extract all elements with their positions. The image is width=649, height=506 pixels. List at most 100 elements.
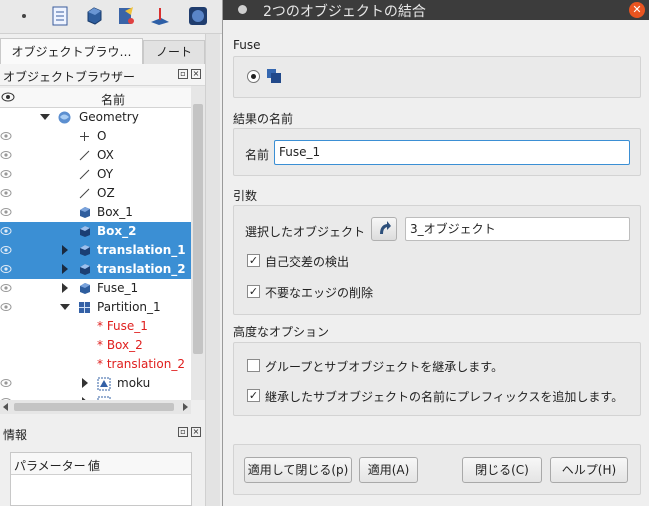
apply-button[interactable]: 適用(A) [359,457,418,483]
tree-item-label: Box_1 [97,205,133,219]
float-icon[interactable]: ▫ [178,69,188,79]
fuse-dialog: 2つのオブジェクトの結合 ✕ Fuse 結果の名前 名前 Fuse_1 引数 選… [222,0,649,506]
float-icon[interactable]: ▫ [178,427,188,437]
add-prefix-label: 継承したサブオブジェクトの名前にプレフィックスを追加します。 [265,390,624,404]
result-name-section-title: 結果の名前 [233,112,294,126]
eye-icon[interactable] [0,188,12,198]
tree-item-geometry[interactable]: Geometry [0,108,191,127]
fuse-icon [267,69,281,83]
browser-tabs: オブジェクトブラウ… ノート [0,38,222,64]
point-icon [80,132,89,141]
select-arrow-icon [380,221,391,234]
point-tool-icon[interactable] [12,4,36,28]
tree-item-label: moku [117,376,151,390]
expand-arrow-icon[interactable] [40,112,50,122]
tree-item-translation-1[interactable]: translation_1 [0,241,191,260]
arguments-group: 選択したオブジェクト 3_オブジェクト ✓ 自己交差の検出 ✓ 不要なエッジの削… [233,205,641,315]
param-column-header: パラメーター [14,459,86,473]
notes-tool-icon[interactable] [48,4,72,28]
tree-item-label: OX [97,148,114,162]
tab-object-browser[interactable]: オブジェクトブラウ… [0,38,143,64]
info-title: 情報 [3,428,28,442]
name-input[interactable]: Fuse_1 [274,140,630,165]
eye-icon[interactable] [0,378,12,388]
expand-arrow-icon[interactable] [60,264,70,274]
transform-tool-icon[interactable] [114,4,138,28]
scrollbar-thumb[interactable] [14,403,174,411]
tree-item-label: Partition_1 [97,300,161,314]
self-intersection-label: 自己交差の検出 [265,255,350,269]
close-button[interactable]: 閉じる(C) [462,457,542,483]
scrollbar-thumb[interactable] [193,104,203,354]
remove-edges-checkbox[interactable]: ✓ [247,285,260,298]
eye-icon[interactable] [0,207,12,217]
object-tree: Geometry O OX OY OZ Box_1 Box_2 translat… [0,108,205,400]
box-tool-icon[interactable] [82,4,106,28]
arguments-section-title: 引数 [233,189,258,203]
tree-item-ref-box-2[interactable]: * Box_2 [0,336,191,355]
tree-item-oy[interactable]: OY [0,165,191,184]
main-window: オブジェクトブラウ… ノート オブジェクトブラウザー ▫ × 名前 Geomet… [0,0,222,506]
window-menu-icon[interactable] [238,5,247,14]
add-prefix-checkbox[interactable]: ✓ [247,389,260,402]
tree-item-label: * Box_2 [97,338,143,352]
tree-item-ox[interactable]: OX [0,146,191,165]
toolbar [0,0,222,34]
eye-icon[interactable] [0,169,12,179]
advanced-section-title: 高度なオプション [233,325,330,339]
scroll-right-icon[interactable] [181,403,189,411]
tree-item-translation-2[interactable]: translation_2 [0,260,191,279]
tree-item-label: O [97,129,107,143]
eye-icon[interactable] [0,226,12,236]
partition-icon [79,302,90,313]
expand-arrow-icon[interactable] [60,302,70,312]
parameter-table: パラメーター 値 [10,452,192,506]
apply-and-close-button[interactable]: 適用して閉じる(p) [244,457,352,483]
expand-arrow-icon[interactable] [60,283,70,293]
box-icon [80,226,90,237]
tree-item-oz[interactable]: OZ [0,184,191,203]
selected-objects-field[interactable]: 3_オブジェクト [405,217,630,241]
fuse-radio[interactable] [247,70,260,83]
tree-item-partition-1[interactable]: Partition_1 [0,298,191,317]
tree-item-label: Box_2 [97,224,137,238]
self-intersection-checkbox[interactable]: ✓ [247,254,260,267]
object-browser-title: オブジェクトブラウザー [3,70,136,84]
eye-icon[interactable] [0,264,12,274]
tree-item-o[interactable]: O [0,127,191,146]
help-button[interactable]: ヘルプ(H) [550,457,628,483]
eye-icon[interactable] [0,131,12,141]
tree-item-ref-fuse-1[interactable]: * Fuse_1 [0,317,191,336]
tab-notes[interactable]: ノート [143,40,205,64]
tree-item-label: Fuse_1 [97,281,139,295]
box-icon [80,207,90,218]
expand-arrow-icon[interactable] [80,378,90,388]
shape-tool-icon[interactable] [186,4,210,28]
tree-item-label: * Fuse_1 [97,319,148,333]
inherit-groups-checkbox[interactable] [247,359,260,372]
eye-icon[interactable] [0,150,12,160]
tree-horizontal-scrollbar[interactable] [0,400,191,414]
scroll-left-icon[interactable] [2,403,10,411]
inherit-groups-label: グループとサブオブジェクトを継承します。 [265,360,504,374]
select-objects-button[interactable] [371,217,397,241]
close-icon[interactable]: ✕ [629,2,645,18]
tree-item-ref-translation-2[interactable]: * translation_2 [0,355,191,374]
tree-vertical-scrollbar[interactable] [191,86,205,400]
tree-item-box-1[interactable]: Box_1 [0,203,191,222]
tree-item-box-2[interactable]: Box_2 [0,222,191,241]
panel-splitter[interactable] [205,34,220,506]
tree-item-moku[interactable]: moku [0,374,191,393]
close-icon[interactable]: × [191,69,201,79]
eye-icon[interactable] [0,283,12,293]
eye-icon[interactable] [0,245,12,255]
close-icon[interactable]: × [191,427,201,437]
expand-arrow-icon[interactable] [60,245,70,255]
name-label: 名前 [245,148,270,162]
plane-tool-icon[interactable] [148,4,172,28]
line-icon [79,169,90,180]
eye-icon[interactable] [0,302,12,312]
tree-item-fuse-1[interactable]: Fuse_1 [0,279,191,298]
selected-objects-label: 選択したオブジェクト [245,225,366,239]
tree-item-partial[interactable] [0,393,191,400]
